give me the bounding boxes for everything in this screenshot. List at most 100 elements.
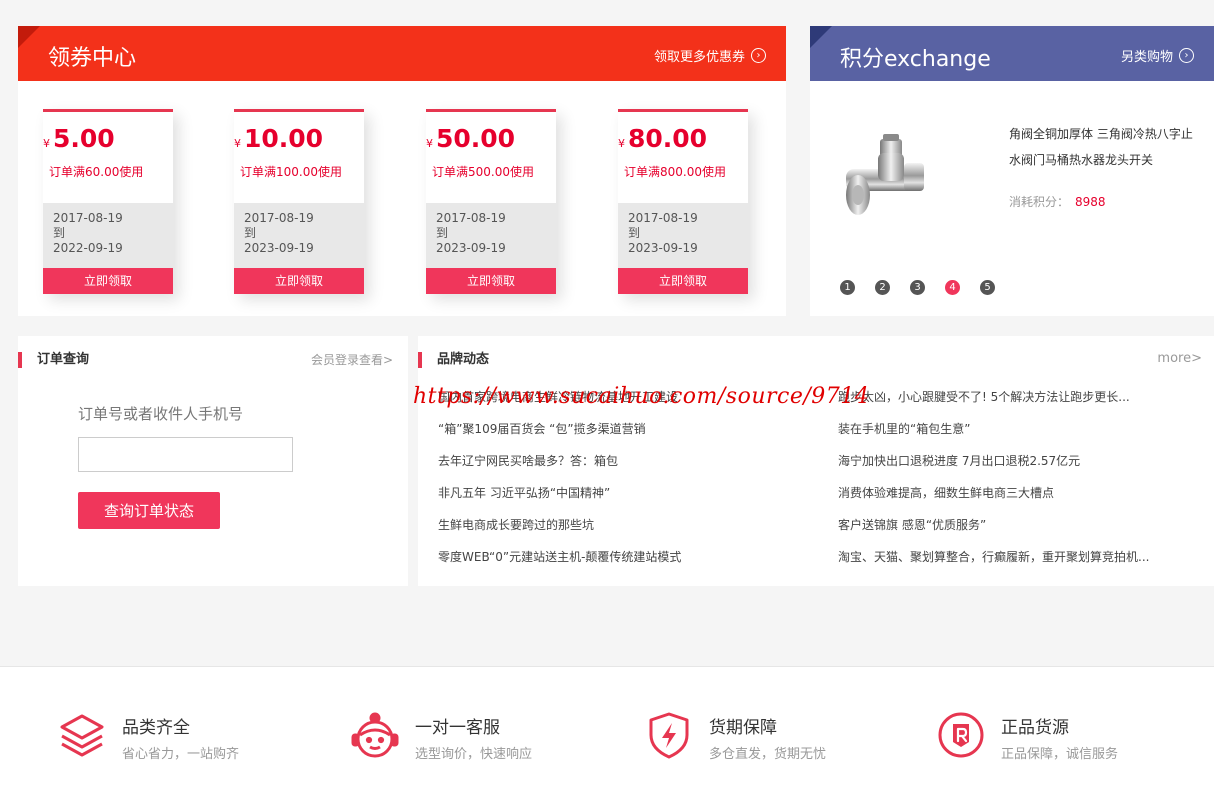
- coupon-end-date: 2023-09-19: [244, 241, 314, 255]
- claim-coupon-button[interactable]: 立即领取: [234, 268, 364, 294]
- coupon-start-date: 2017-08-19: [436, 211, 506, 225]
- coupon-condition: 订单满800.00使用: [624, 165, 726, 179]
- coupon-validity: 2017-08-19 到 2023-09-19: [618, 203, 748, 268]
- coupon-end-date: 2022-09-19: [53, 241, 123, 255]
- coupon-center-panel: 领券中心 领取更多优惠券 › ¥5.00 订单满60.00使用 2017-08-…: [18, 26, 786, 316]
- coupon-end-date: 2023-09-19: [436, 241, 506, 255]
- layers-icon: [60, 714, 104, 757]
- chevron-right-circle-icon: ›: [751, 48, 766, 63]
- order-query-title: 订单查询: [18, 352, 89, 368]
- news-list-left: 国内首家跨境电商生鲜冷链物流基地开工建设 “箱”聚109届百货会 “包”揽多渠道…: [438, 389, 681, 581]
- feature-full-range: 品类齐全 省心省力，一站购齐: [58, 707, 318, 767]
- feature-description: 选型询价，快速响应: [415, 747, 533, 762]
- news-item[interactable]: 装在手机里的“箱包生意”: [838, 421, 1149, 453]
- news-item[interactable]: 非凡五年 习近平弘扬“中国精神”: [438, 485, 681, 517]
- order-number-input[interactable]: [78, 437, 293, 472]
- currency-symbol: ¥: [234, 137, 241, 150]
- query-order-status-button[interactable]: 查询订单状态: [78, 492, 220, 529]
- news-item[interactable]: 生鲜电商成长要跨过的那些坑: [438, 517, 681, 549]
- news-item[interactable]: 客户送锦旗 感恩“优质服务”: [838, 517, 1149, 549]
- news-item[interactable]: 消费体验难提高，细数生鲜电商三大槽点: [838, 485, 1149, 517]
- news-item[interactable]: 海宁加快出口退税进度 7月出口退税2.57亿元: [838, 453, 1149, 485]
- coupon-amount: ¥5.00: [43, 124, 115, 153]
- coupon-date-separator: 到: [628, 226, 641, 240]
- brand-news-panel: 品牌动态 more> 国内首家跨境电商生鲜冷链物流基地开工建设 “箱”聚109届…: [418, 336, 1214, 586]
- source-watermark: https://www.sucaihuo.com/source/9714: [413, 384, 870, 409]
- feature-title: 一对一客服: [415, 718, 500, 738]
- news-item[interactable]: 淘宝、天猫、聚划算整合，行癫履新，重开聚划算竞拍机...: [838, 549, 1149, 581]
- more-coupons-label: 领取更多优惠券: [653, 50, 745, 65]
- coupon-amount: ¥80.00: [618, 124, 707, 153]
- points-exchange-header: 积分exchange 另类购物 ›: [810, 26, 1214, 81]
- coupon-condition: 订单满500.00使用: [432, 165, 534, 179]
- coupon-start-date: 2017-08-19: [53, 211, 123, 225]
- feature-description: 多仓直发，货期无忧: [709, 747, 827, 762]
- chevron-right-circle-icon: ›: [1179, 48, 1194, 63]
- carousel-dot[interactable]: 5: [980, 280, 995, 295]
- carousel-pagination: 1 2 3 4 5: [840, 280, 995, 295]
- coupon-date-separator: 到: [436, 226, 449, 240]
- currency-symbol: ¥: [43, 137, 50, 150]
- news-item[interactable]: 零度WEB“0”元建站送主机-颠覆传统建站模式: [438, 549, 681, 581]
- alternative-shopping-link[interactable]: 另类购物 ›: [1121, 46, 1194, 65]
- carousel-dot[interactable]: 2: [875, 280, 890, 295]
- coupon-condition: 订单满100.00使用: [240, 165, 342, 179]
- alternative-shopping-label: 另类购物: [1120, 50, 1173, 65]
- product-name[interactable]: 角阀全铜加厚体 三角阀冷热八字止水阀门马桶热水器龙头开关: [1009, 121, 1204, 173]
- member-login-link[interactable]: 会员登录查看>: [311, 351, 393, 368]
- coupon-condition: 订单满60.00使用: [49, 165, 144, 179]
- news-more-link[interactable]: more>: [1157, 351, 1202, 366]
- claim-coupon-button[interactable]: 立即领取: [426, 268, 556, 294]
- coupon-validity: 2017-08-19 到 2023-09-19: [426, 203, 556, 268]
- coupon-start-date: 2017-08-19: [628, 211, 698, 225]
- news-item[interactable]: 去年辽宁网民买啥最多？答：箱包: [438, 453, 681, 485]
- points-cost: 消耗积分： 8988: [1009, 193, 1106, 210]
- customer-service-icon: [351, 712, 399, 758]
- coupon-card: ¥10.00 订单满100.00使用 2017-08-19 到 2023-09-…: [234, 109, 364, 294]
- carousel-dot[interactable]: 1: [840, 280, 855, 295]
- registered-badge-icon: [938, 712, 984, 758]
- feature-title: 货期保障: [709, 718, 777, 738]
- news-item[interactable]: 跑步太凶，小心跟腱受不了! 5个解决方法让跑步更长...: [838, 389, 1149, 421]
- carousel-dot[interactable]: 3: [910, 280, 925, 295]
- points-label: 消耗积分：: [1009, 195, 1070, 209]
- feature-customer-service: 一对一客服 选型询价，快速响应: [351, 707, 611, 767]
- claim-coupon-button[interactable]: 立即领取: [43, 268, 173, 294]
- coupon-amount: ¥10.00: [234, 124, 323, 153]
- coupon-card: ¥80.00 订单满800.00使用 2017-08-19 到 2023-09-…: [618, 109, 748, 294]
- order-query-label: 订单号或者收件人手机号: [78, 405, 244, 423]
- points-value: 8988: [1075, 195, 1106, 209]
- feature-delivery-guarantee: 货期保障 多仓直发，货期无忧: [645, 707, 905, 767]
- coupon-value: 10.00: [244, 124, 324, 153]
- header-corner-decoration: [18, 26, 40, 48]
- brand-news-title: 品牌动态: [418, 352, 489, 368]
- coupon-card: ¥50.00 订单满500.00使用 2017-08-19 到 2023-09-…: [426, 109, 556, 294]
- coupon-date-separator: 到: [53, 226, 66, 240]
- header-corner-decoration: [810, 26, 832, 48]
- feature-title: 正品货源: [1001, 718, 1069, 738]
- service-features: 品类齐全 省心省力，一站购齐 一对一客服 选型询价，快速响应 货期保障 多仓直发…: [0, 666, 1214, 801]
- coupon-value: 50.00: [436, 124, 516, 153]
- angle-valve-product-image[interactable]: [838, 131, 928, 231]
- currency-symbol: ¥: [618, 137, 625, 150]
- points-exchange-panel: 积分exchange 另类购物 › 角阀全铜加厚体 三角阀冷热八字止水阀门马桶热…: [810, 26, 1214, 316]
- coupon-end-date: 2023-09-19: [628, 241, 698, 255]
- more-coupons-link[interactable]: 领取更多优惠券 ›: [654, 46, 766, 65]
- coupon-validity: 2017-08-19 到 2023-09-19: [234, 203, 364, 268]
- coupon-value: 80.00: [628, 124, 708, 153]
- coupon-value: 5.00: [53, 124, 115, 153]
- coupon-start-date: 2017-08-19: [244, 211, 314, 225]
- feature-description: 省心省力，一站购齐: [122, 747, 240, 762]
- coupon-card: ¥5.00 订单满60.00使用 2017-08-19 到 2022-09-19…: [43, 109, 173, 294]
- coupon-date-separator: 到: [244, 226, 257, 240]
- coupon-center-header: 领券中心 领取更多优惠券 ›: [18, 26, 786, 81]
- order-query-panel: 订单查询 会员登录查看> 订单号或者收件人手机号 查询订单状态: [18, 336, 408, 586]
- news-list-right: 跑步太凶，小心跟腱受不了! 5个解决方法让跑步更长... 装在手机里的“箱包生意…: [838, 389, 1149, 581]
- shield-lightning-icon: [649, 712, 689, 759]
- claim-coupon-button[interactable]: 立即领取: [618, 268, 748, 294]
- carousel-dot-active[interactable]: 4: [945, 280, 960, 295]
- coupon-amount: ¥50.00: [426, 124, 515, 153]
- currency-symbol: ¥: [426, 137, 433, 150]
- coupon-center-title: 领券中心: [48, 46, 137, 71]
- news-item[interactable]: “箱”聚109届百货会 “包”揽多渠道营销: [438, 421, 681, 453]
